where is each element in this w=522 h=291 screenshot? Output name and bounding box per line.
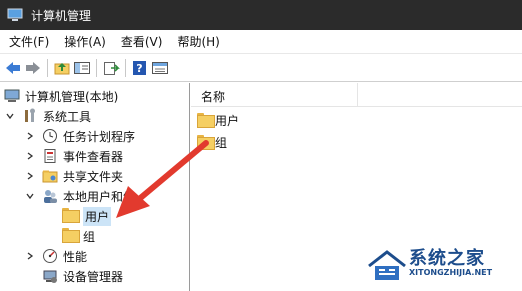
list-item-label: 组 — [215, 135, 228, 150]
users-icon — [42, 188, 58, 204]
help-icon[interactable]: ? — [130, 58, 150, 78]
chevron-down-icon[interactable] — [4, 110, 16, 122]
toolbar: ? — [0, 54, 522, 82]
back-arrow-icon[interactable] — [3, 58, 23, 78]
toolbar-separator — [125, 58, 126, 77]
chevron-right-icon[interactable] — [24, 150, 36, 162]
tools-icon — [22, 108, 38, 124]
navigation-tree: 计算机管理(本地) 系统工具 任务计划程序 事件查看器 共享文件夹 本地用户和组… — [0, 83, 190, 291]
folder-icon — [62, 228, 80, 244]
performance-icon — [42, 248, 58, 264]
toolbar-separator — [96, 58, 97, 77]
event-viewer-icon — [42, 148, 58, 164]
window-title: 计算机管理 — [31, 8, 92, 23]
chevron-right-icon[interactable] — [24, 170, 36, 182]
tree-item-local-users-groups[interactable]: 本地用户和组 — [24, 186, 135, 206]
tree-item-shared-folders[interactable]: 共享文件夹 — [24, 166, 123, 186]
chevron-down-icon[interactable] — [24, 190, 36, 202]
watermark-url: XITONGZHIJIA.NET — [409, 268, 493, 277]
menu-action[interactable]: 操作(A) — [55, 30, 112, 54]
shared-folder-icon — [42, 168, 58, 184]
tree-item-label: 共享文件夹 — [63, 169, 124, 184]
computer-management-icon — [4, 88, 20, 104]
tree-item-label: 组 — [83, 229, 96, 244]
up-folder-icon[interactable] — [52, 58, 72, 78]
toolbar-separator — [47, 58, 48, 77]
menu-bar: 文件(F) 操作(A) 查看(V) 帮助(H) — [0, 30, 522, 54]
tree-item-label: 性能 — [63, 249, 88, 264]
tree-item-label: 用户 — [83, 206, 112, 226]
tree-item-label: 任务计划程序 — [63, 129, 136, 144]
menu-file[interactable]: 文件(F) — [0, 30, 55, 54]
house-logo-icon — [368, 250, 406, 280]
list-item[interactable]: 组 — [197, 132, 227, 152]
computer-management-icon — [7, 7, 23, 23]
folder-icon — [197, 135, 215, 150]
properties-pane-icon[interactable] — [150, 58, 170, 78]
menu-view[interactable]: 查看(V) — [112, 30, 169, 54]
device-manager-icon — [42, 268, 58, 284]
export-list-icon[interactable] — [101, 58, 121, 78]
menu-help[interactable]: 帮助(H) — [168, 30, 225, 54]
clock-icon — [42, 128, 58, 144]
tree-item-label: 事件查看器 — [63, 149, 124, 164]
tree-item-users[interactable]: 用户 — [62, 206, 112, 226]
watermark-text: 系统之家 — [409, 248, 485, 269]
column-header-row: 名称 — [191, 83, 522, 107]
forward-arrow-icon[interactable] — [23, 58, 43, 78]
tree-item-event-viewer[interactable]: 事件查看器 — [24, 146, 123, 166]
tree-item-label: 设备管理器 — [63, 269, 124, 284]
column-divider[interactable] — [357, 83, 358, 107]
tree-item-label: 系统工具 — [43, 109, 92, 124]
column-header-name[interactable]: 名称 — [201, 88, 225, 105]
show-hide-tree-icon[interactable] — [72, 58, 92, 78]
chevron-right-icon[interactable] — [24, 130, 36, 142]
tree-item-groups[interactable]: 组 — [62, 226, 95, 246]
tree-item-task-scheduler[interactable]: 任务计划程序 — [24, 126, 135, 146]
list-item[interactable]: 用户 — [197, 110, 239, 130]
watermark-logo: 系统之家 XITONGZHIJIA.NET — [365, 240, 522, 291]
tree-item-label: 本地用户和组 — [63, 189, 136, 204]
list-item-label: 用户 — [215, 113, 240, 128]
tree-item-device-manager[interactable]: 设备管理器 — [42, 266, 123, 286]
folder-icon — [62, 208, 80, 224]
tree-item-label: 计算机管理(本地) — [25, 89, 119, 104]
tree-item-performance[interactable]: 性能 — [24, 246, 87, 266]
svg-text:?: ? — [136, 62, 142, 75]
tree-item-system-tools[interactable]: 系统工具 — [4, 106, 91, 126]
title-bar: 计算机管理 — [0, 0, 522, 30]
tree-item-computer-management[interactable]: 计算机管理(本地) — [4, 86, 118, 106]
chevron-right-icon[interactable] — [24, 250, 36, 262]
folder-icon — [197, 113, 215, 128]
